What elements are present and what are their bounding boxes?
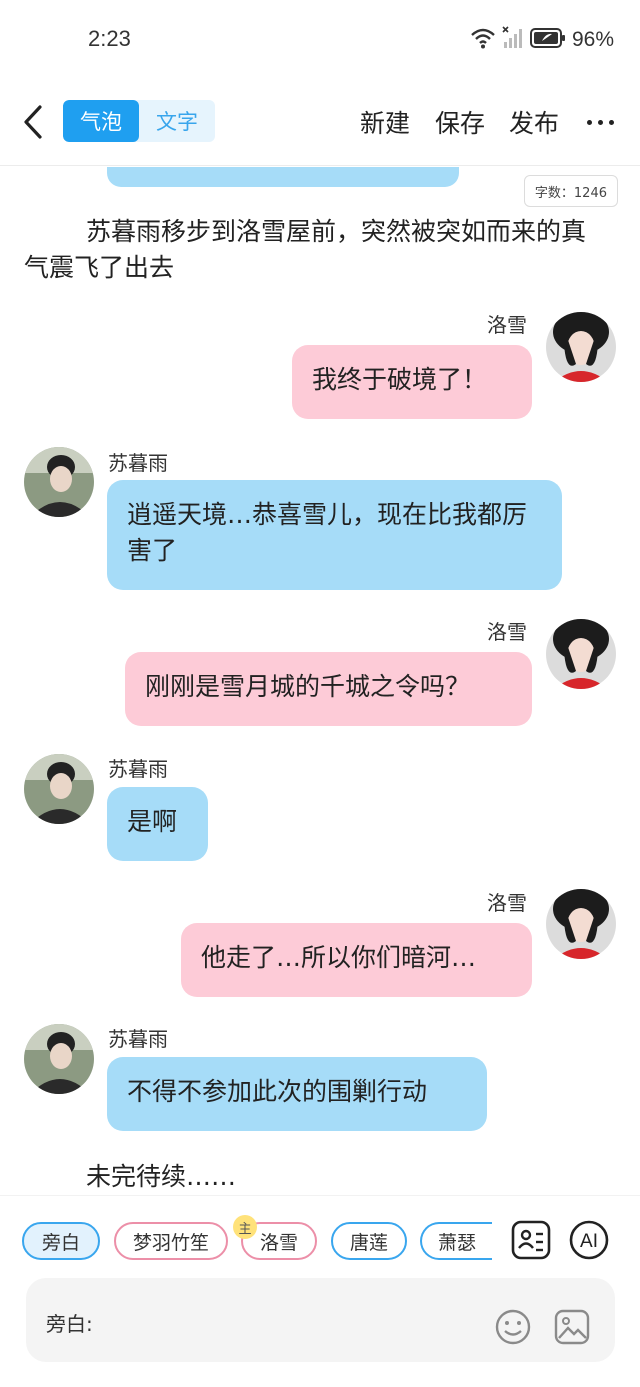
role-chip[interactable]: 梦羽竹笙 bbox=[114, 1222, 228, 1260]
image-icon[interactable] bbox=[553, 1308, 591, 1346]
role-chip-narrator[interactable]: 旁白 bbox=[22, 1222, 100, 1260]
message-input[interactable] bbox=[110, 1300, 490, 1340]
message-bubble-partial[interactable] bbox=[107, 167, 459, 187]
role-chip[interactable]: 萧瑟 bbox=[420, 1222, 492, 1260]
role-manage-icon[interactable] bbox=[511, 1220, 551, 1260]
speaker-name: 苏暮雨 bbox=[108, 1027, 168, 1051]
emoji-icon[interactable] bbox=[494, 1308, 532, 1346]
avatar-sumuyu[interactable] bbox=[24, 754, 94, 824]
speaker-name: 洛雪 bbox=[487, 620, 527, 644]
ai-label: AI bbox=[580, 1231, 598, 1252]
chevron-left-icon bbox=[24, 105, 42, 139]
save-button[interactable]: 保存 bbox=[435, 104, 485, 140]
tab-bubble[interactable]: 气泡 bbox=[63, 100, 139, 142]
message-bubble[interactable]: 我终于破境了！ bbox=[292, 345, 532, 419]
word-count-badge: 字数：1246 bbox=[523, 175, 618, 207]
role-chip[interactable]: 唐莲 bbox=[331, 1222, 407, 1260]
signal-icon bbox=[502, 26, 524, 54]
ai-button[interactable]: AI bbox=[569, 1220, 609, 1260]
avatar-luoxue[interactable] bbox=[546, 889, 616, 959]
new-button[interactable]: 新建 bbox=[360, 104, 410, 140]
chat-area[interactable]: 字数：1246 苏暮雨移步到洛雪屋前，突然被突如而来的真气震飞了出去 洛雪 我终… bbox=[0, 167, 640, 1195]
battery-percent: 96% bbox=[571, 28, 614, 51]
battery-icon bbox=[529, 27, 566, 53]
message-bubble[interactable]: 刚刚是雪月城的千城之令吗？ bbox=[125, 652, 532, 726]
speaker-name: 苏暮雨 bbox=[108, 757, 168, 781]
narration-text[interactable]: 未完待续…… bbox=[24, 1159, 599, 1195]
input-role-label: 旁白: bbox=[46, 1312, 93, 1336]
speaker-name: 洛雪 bbox=[487, 891, 527, 915]
message-input-box[interactable]: 旁白: bbox=[26, 1278, 615, 1362]
mode-toggle: 气泡 文字 bbox=[63, 100, 215, 142]
message-bubble[interactable]: 他走了…所以你们暗河… bbox=[181, 923, 532, 997]
avatar-luoxue[interactable] bbox=[546, 619, 616, 689]
message-bubble[interactable]: 是啊 bbox=[107, 787, 208, 861]
bottom-panel: 旁白 梦羽竹笙 洛雪 主 唐莲 萧瑟 AI 旁白: bbox=[0, 1195, 640, 1387]
message-bubble[interactable]: 不得不参加此次的围剿行动 bbox=[107, 1057, 487, 1131]
publish-button[interactable]: 发布 bbox=[509, 104, 559, 140]
main-role-badge: 主 bbox=[233, 1215, 257, 1239]
avatar-luoxue[interactable] bbox=[546, 312, 616, 382]
avatar-sumuyu[interactable] bbox=[24, 447, 94, 517]
status-time: 2:23 bbox=[88, 26, 131, 51]
avatar-sumuyu[interactable] bbox=[24, 1024, 94, 1094]
narration-text[interactable]: 苏暮雨移步到洛雪屋前，突然被突如而来的真气震飞了出去 bbox=[24, 214, 599, 286]
speaker-name: 洛雪 bbox=[487, 313, 527, 337]
more-icon[interactable] bbox=[587, 120, 614, 125]
speaker-name: 苏暮雨 bbox=[108, 451, 168, 475]
status-right-group: 96% bbox=[470, 26, 614, 54]
top-bar: 气泡 文字 新建 保存 发布 bbox=[0, 80, 640, 166]
status-bar: 2:23 96% bbox=[0, 0, 640, 80]
wifi-icon bbox=[470, 27, 496, 53]
message-bubble[interactable]: 逍遥天境…恭喜雪儿，现在比我都厉害了 bbox=[107, 480, 562, 590]
back-button[interactable] bbox=[16, 100, 50, 144]
tab-text[interactable]: 文字 bbox=[139, 100, 215, 142]
